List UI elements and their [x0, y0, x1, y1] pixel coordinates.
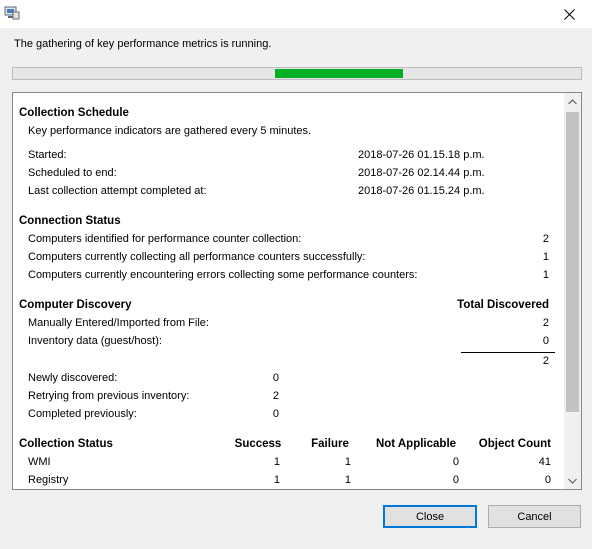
last-attempt-value: 2018-07-26 01.15.24 p.m.	[358, 185, 485, 197]
errors-label: Computers currently encountering errors …	[28, 269, 418, 281]
registry-name: Registry	[28, 474, 69, 486]
inventory-data-value: 0	[542, 335, 549, 347]
manual-entered-value: 2	[542, 317, 549, 329]
close-button[interactable]: Close	[383, 505, 477, 528]
registry-not-applicable: 0	[452, 474, 459, 486]
cancel-button[interactable]: Cancel	[488, 505, 581, 528]
col-success-header: Success	[234, 438, 282, 450]
col-not-applicable-header: Not Applicable	[375, 438, 457, 450]
registry-success: 1	[273, 474, 280, 486]
manual-entered-label: Manually Entered/Imported from File:	[28, 317, 209, 329]
wmi-object-count: 41	[538, 456, 551, 468]
registry-object-count: 0	[544, 474, 551, 486]
inventory-data-label: Inventory data (guest/host):	[28, 335, 162, 347]
metrics-panel[interactable]: Collection Schedule Key performance indi…	[12, 92, 582, 490]
app-icon	[4, 4, 20, 20]
identified-value: 2	[542, 233, 549, 245]
scheduled-end-label: Scheduled to end:	[28, 167, 117, 179]
last-attempt-label: Last collection attempt completed at:	[28, 185, 207, 197]
identified-label: Computers identified for performance cou…	[28, 233, 302, 245]
completed-previously-value: 0	[272, 408, 279, 420]
total-discovered-header: Total Discovered	[457, 299, 549, 311]
connection-status-heading: Connection Status	[19, 215, 121, 227]
collecting-label: Computers currently collecting all perfo…	[28, 251, 366, 263]
completed-previously-label: Completed previously:	[28, 408, 137, 420]
total-rule	[461, 352, 555, 353]
wmi-name: WMI	[28, 456, 51, 468]
total-discovered-value: 2	[542, 355, 549, 367]
scheduled-end-value: 2018-07-26 02.14.44 p.m.	[358, 167, 485, 179]
wmi-success: 1	[273, 456, 280, 468]
title-bar	[0, 0, 592, 28]
collection-schedule-heading: Collection Schedule	[19, 107, 129, 119]
errors-value: 1	[542, 269, 549, 281]
retrying-label: Retrying from previous inventory:	[28, 390, 190, 402]
col-object-count-header: Object Count	[478, 438, 551, 450]
wmi-failure: 1	[344, 456, 351, 468]
collecting-value: 1	[542, 251, 549, 263]
metrics-content: Collection Schedule Key performance indi…	[13, 93, 564, 489]
progress-marquee-fill	[275, 69, 403, 78]
scroll-up-arrow-icon[interactable]	[564, 93, 581, 110]
vertical-scrollbar[interactable]	[564, 93, 581, 489]
wmi-not-applicable: 0	[452, 456, 459, 468]
scroll-down-arrow-icon[interactable]	[564, 472, 581, 489]
window-close-icon[interactable]	[546, 0, 592, 28]
newly-discovered-label: Newly discovered:	[28, 372, 118, 384]
newly-discovered-value: 0	[272, 372, 279, 384]
started-value: 2018-07-26 01.15.18 p.m.	[358, 149, 485, 161]
started-label: Started:	[28, 149, 67, 161]
scrollbar-thumb[interactable]	[566, 112, 579, 412]
progress-bar	[12, 67, 582, 80]
status-message: The gathering of key performance metrics…	[14, 38, 272, 50]
collection-status-heading: Collection Status	[19, 438, 113, 450]
computer-discovery-heading: Computer Discovery	[19, 299, 132, 311]
registry-failure: 1	[344, 474, 351, 486]
collection-schedule-description: Key performance indicators are gathered …	[28, 125, 312, 137]
col-failure-header: Failure	[311, 438, 349, 450]
retrying-value: 2	[272, 390, 279, 402]
